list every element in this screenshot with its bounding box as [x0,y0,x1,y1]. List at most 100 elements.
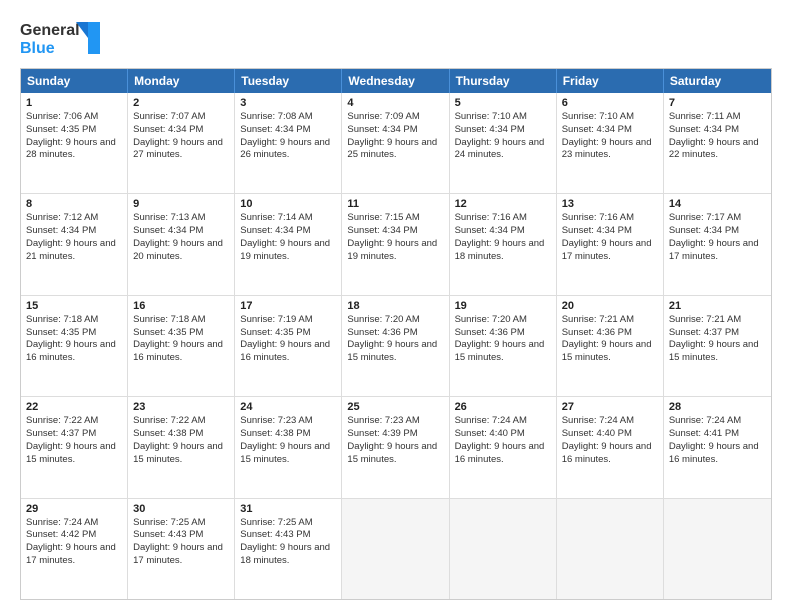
sunrise-text: Sunrise: 7:07 AM [133,111,229,124]
header-cell-wednesday: Wednesday [342,69,449,93]
day-number: 17 [240,300,336,312]
day-cell-17: 17Sunrise: 7:19 AMSunset: 4:35 PMDayligh… [235,296,342,396]
empty-cell-w4-c6 [664,499,771,599]
header: GeneralBlue [20,18,772,58]
sunset-text: Sunset: 4:42 PM [26,529,122,542]
daylight-text: Daylight: 9 hours and 19 minutes. [240,238,336,264]
empty-cell-w4-c3 [342,499,449,599]
day-number: 28 [669,401,766,413]
day-cell-3: 3Sunrise: 7:08 AMSunset: 4:34 PMDaylight… [235,93,342,193]
day-number: 4 [347,97,443,109]
daylight-text: Daylight: 9 hours and 23 minutes. [562,137,658,163]
calendar-body: 1Sunrise: 7:06 AMSunset: 4:35 PMDaylight… [21,93,771,599]
logo: GeneralBlue [20,18,105,58]
sunrise-text: Sunrise: 7:11 AM [669,111,766,124]
day-number: 18 [347,300,443,312]
sunrise-text: Sunrise: 7:20 AM [455,314,551,327]
calendar-header: SundayMondayTuesdayWednesdayThursdayFrid… [21,69,771,93]
daylight-text: Daylight: 9 hours and 15 minutes. [347,441,443,467]
daylight-text: Daylight: 9 hours and 15 minutes. [133,441,229,467]
sunset-text: Sunset: 4:34 PM [133,124,229,137]
day-number: 13 [562,198,658,210]
day-cell-23: 23Sunrise: 7:22 AMSunset: 4:38 PMDayligh… [128,397,235,497]
daylight-text: Daylight: 9 hours and 16 minutes. [669,441,766,467]
sunrise-text: Sunrise: 7:22 AM [26,415,122,428]
day-number: 22 [26,401,122,413]
daylight-text: Daylight: 9 hours and 17 minutes. [562,238,658,264]
daylight-text: Daylight: 9 hours and 15 minutes. [26,441,122,467]
sunrise-text: Sunrise: 7:06 AM [26,111,122,124]
daylight-text: Daylight: 9 hours and 16 minutes. [240,339,336,365]
day-number: 3 [240,97,336,109]
day-number: 10 [240,198,336,210]
sunset-text: Sunset: 4:34 PM [240,124,336,137]
day-number: 21 [669,300,766,312]
day-cell-14: 14Sunrise: 7:17 AMSunset: 4:34 PMDayligh… [664,194,771,294]
week-row-1: 1Sunrise: 7:06 AMSunset: 4:35 PMDaylight… [21,93,771,194]
sunset-text: Sunset: 4:34 PM [669,124,766,137]
svg-text:General: General [20,22,80,39]
day-cell-27: 27Sunrise: 7:24 AMSunset: 4:40 PMDayligh… [557,397,664,497]
sunset-text: Sunset: 4:36 PM [347,327,443,340]
day-cell-18: 18Sunrise: 7:20 AMSunset: 4:36 PMDayligh… [342,296,449,396]
week-row-5: 29Sunrise: 7:24 AMSunset: 4:42 PMDayligh… [21,499,771,599]
daylight-text: Daylight: 9 hours and 17 minutes. [26,542,122,568]
day-cell-5: 5Sunrise: 7:10 AMSunset: 4:34 PMDaylight… [450,93,557,193]
empty-cell-w4-c4 [450,499,557,599]
sunrise-text: Sunrise: 7:22 AM [133,415,229,428]
day-cell-15: 15Sunrise: 7:18 AMSunset: 4:35 PMDayligh… [21,296,128,396]
daylight-text: Daylight: 9 hours and 15 minutes. [347,339,443,365]
week-row-4: 22Sunrise: 7:22 AMSunset: 4:37 PMDayligh… [21,397,771,498]
day-number: 20 [562,300,658,312]
day-cell-20: 20Sunrise: 7:21 AMSunset: 4:36 PMDayligh… [557,296,664,396]
sunset-text: Sunset: 4:40 PM [562,428,658,441]
header-cell-sunday: Sunday [21,69,128,93]
sunrise-text: Sunrise: 7:21 AM [669,314,766,327]
header-cell-friday: Friday [557,69,664,93]
sunset-text: Sunset: 4:35 PM [133,327,229,340]
day-cell-29: 29Sunrise: 7:24 AMSunset: 4:42 PMDayligh… [21,499,128,599]
sunset-text: Sunset: 4:34 PM [240,225,336,238]
daylight-text: Daylight: 9 hours and 18 minutes. [455,238,551,264]
day-cell-30: 30Sunrise: 7:25 AMSunset: 4:43 PMDayligh… [128,499,235,599]
day-number: 8 [26,198,122,210]
daylight-text: Daylight: 9 hours and 15 minutes. [455,339,551,365]
day-number: 2 [133,97,229,109]
daylight-text: Daylight: 9 hours and 25 minutes. [347,137,443,163]
empty-cell-w4-c5 [557,499,664,599]
day-number: 7 [669,97,766,109]
daylight-text: Daylight: 9 hours and 15 minutes. [669,339,766,365]
daylight-text: Daylight: 9 hours and 26 minutes. [240,137,336,163]
sunset-text: Sunset: 4:34 PM [562,124,658,137]
day-cell-22: 22Sunrise: 7:22 AMSunset: 4:37 PMDayligh… [21,397,128,497]
sunrise-text: Sunrise: 7:12 AM [26,212,122,225]
day-cell-11: 11Sunrise: 7:15 AMSunset: 4:34 PMDayligh… [342,194,449,294]
sunset-text: Sunset: 4:34 PM [26,225,122,238]
sunrise-text: Sunrise: 7:10 AM [455,111,551,124]
day-cell-2: 2Sunrise: 7:07 AMSunset: 4:34 PMDaylight… [128,93,235,193]
sunrise-text: Sunrise: 7:24 AM [562,415,658,428]
sunset-text: Sunset: 4:34 PM [347,225,443,238]
daylight-text: Daylight: 9 hours and 22 minutes. [669,137,766,163]
sunrise-text: Sunrise: 7:23 AM [347,415,443,428]
day-cell-24: 24Sunrise: 7:23 AMSunset: 4:38 PMDayligh… [235,397,342,497]
header-cell-saturday: Saturday [664,69,771,93]
sunrise-text: Sunrise: 7:25 AM [240,517,336,530]
sunrise-text: Sunrise: 7:24 AM [669,415,766,428]
day-number: 6 [562,97,658,109]
day-cell-6: 6Sunrise: 7:10 AMSunset: 4:34 PMDaylight… [557,93,664,193]
day-cell-10: 10 Sunrise: 7:14 AMSunset: 4:34 PMDayligh… [235,194,342,294]
sunset-text: Sunset: 4:40 PM [455,428,551,441]
sunrise-text: Sunrise: 7:21 AM [562,314,658,327]
day-cell-21: 21Sunrise: 7:21 AMSunset: 4:37 PMDayligh… [664,296,771,396]
day-number: 11 [347,198,443,210]
day-number: 26 [455,401,551,413]
calendar: SundayMondayTuesdayWednesdayThursdayFrid… [20,68,772,600]
daylight-text: Daylight: 9 hours and 19 minutes. [347,238,443,264]
sunrise-text: Sunrise: 7:14 AM [240,212,336,225]
daylight-text: Daylight: 9 hours and 17 minutes. [133,542,229,568]
day-cell-19: 19Sunrise: 7:20 AMSunset: 4:36 PMDayligh… [450,296,557,396]
daylight-text: Daylight: 9 hours and 21 minutes. [26,238,122,264]
sunrise-text: Sunrise: 7:23 AM [240,415,336,428]
sunset-text: Sunset: 4:41 PM [669,428,766,441]
